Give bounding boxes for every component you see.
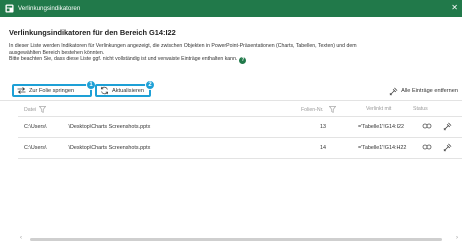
column-header-linked[interactable]: Verlinkt mit	[366, 106, 391, 112]
description-line-3-text: Bitte beachten Sie, dass diese Liste ggf…	[9, 56, 238, 63]
file-path-prefix: C:\Users\	[24, 124, 47, 130]
close-icon[interactable]: ✕	[451, 3, 458, 12]
slide-number: 14	[320, 145, 326, 151]
description-line-2: ausgewählten Bereich bestehen könnten.	[9, 49, 105, 56]
filter-icon[interactable]	[39, 106, 47, 113]
description-line-1: In dieser Liste werden Indikatoren für V…	[9, 43, 357, 49]
scroll-left-icon[interactable]: ‹	[20, 235, 22, 241]
remove-all-button[interactable]: Alle Einträge entfernen	[389, 85, 458, 97]
file-path-suffix: \Desktop\Charts Screenshots.pptx	[68, 145, 151, 151]
column-header-file[interactable]: Datei	[24, 106, 47, 113]
description: In dieser Liste werden Indikatoren für V…	[9, 43, 457, 65]
remove-entry-icon[interactable]	[443, 122, 452, 133]
goto-slide-label: Zur Folie springen	[29, 87, 75, 94]
scroll-right-icon[interactable]: ›	[456, 235, 458, 241]
title-bar: Verlinkungsindikatoren ✕	[0, 0, 462, 17]
remove-all-icon	[389, 87, 398, 95]
app-icon	[5, 4, 14, 13]
toolbar: Zur Folie springen 1 Aktualisieren 2 All…	[0, 80, 462, 99]
filter-icon[interactable]	[328, 106, 336, 113]
scrollbar-thumb[interactable]	[30, 238, 442, 241]
toolbar-divider	[0, 100, 462, 101]
remove-all-label: Alle Einträge entfernen	[401, 88, 458, 94]
row-divider	[18, 158, 462, 159]
panel-heading: Verlinkungsindikatoren für den Bereich G…	[9, 28, 176, 37]
link-status-icon	[422, 144, 432, 152]
help-icon[interactable]: ?	[239, 57, 247, 65]
file-path: C:\Users\ \Desktop\Charts Screenshots.ppt…	[24, 124, 150, 130]
file-path-suffix: \Desktop\Charts Screenshots.pptx	[68, 124, 151, 130]
callout-badge-2: 2	[145, 80, 155, 90]
panel-content: Verlinkungsindikatoren für den Bereich G…	[0, 17, 462, 246]
refresh-icon	[100, 86, 109, 95]
table-header: Datei Folien-Nr. Verlinkt mit Status	[18, 106, 462, 116]
linked-range: ='Tabelle1'!G14:H22	[358, 145, 407, 151]
refresh-button[interactable]: Aktualisieren	[95, 84, 151, 97]
horizontal-scrollbar[interactable]: ‹ ›	[20, 235, 458, 242]
window-title: Verlinkungsindikatoren	[18, 5, 81, 12]
file-path: C:\Users\ \Desktop\Charts Screenshots.ppt…	[24, 145, 150, 151]
column-header-slide-label: Folien-Nr.	[301, 106, 324, 113]
linked-range: ='Tabelle1'!G14:I22	[358, 124, 404, 130]
table-row[interactable]: C:\Users\ \Desktop\Charts Screenshots.ppt…	[18, 138, 462, 158]
column-header-file-label: Datei	[24, 106, 37, 113]
column-header-status[interactable]: Status	[413, 106, 428, 112]
goto-slide-button[interactable]: Zur Folie springen	[12, 84, 92, 97]
description-line-3: Bitte beachten Sie, dass diese Liste ggf…	[9, 56, 457, 65]
file-path-prefix: C:\Users\	[24, 145, 47, 151]
column-header-slide[interactable]: Folien-Nr.	[301, 106, 336, 113]
link-status-icon	[422, 123, 432, 131]
refresh-label: Aktualisieren	[112, 87, 145, 94]
table-row[interactable]: C:\Users\ \Desktop\Charts Screenshots.ppt…	[18, 117, 462, 137]
slide-number: 13	[320, 124, 326, 130]
swap-arrows-icon	[17, 87, 26, 94]
remove-entry-icon[interactable]	[443, 143, 452, 154]
